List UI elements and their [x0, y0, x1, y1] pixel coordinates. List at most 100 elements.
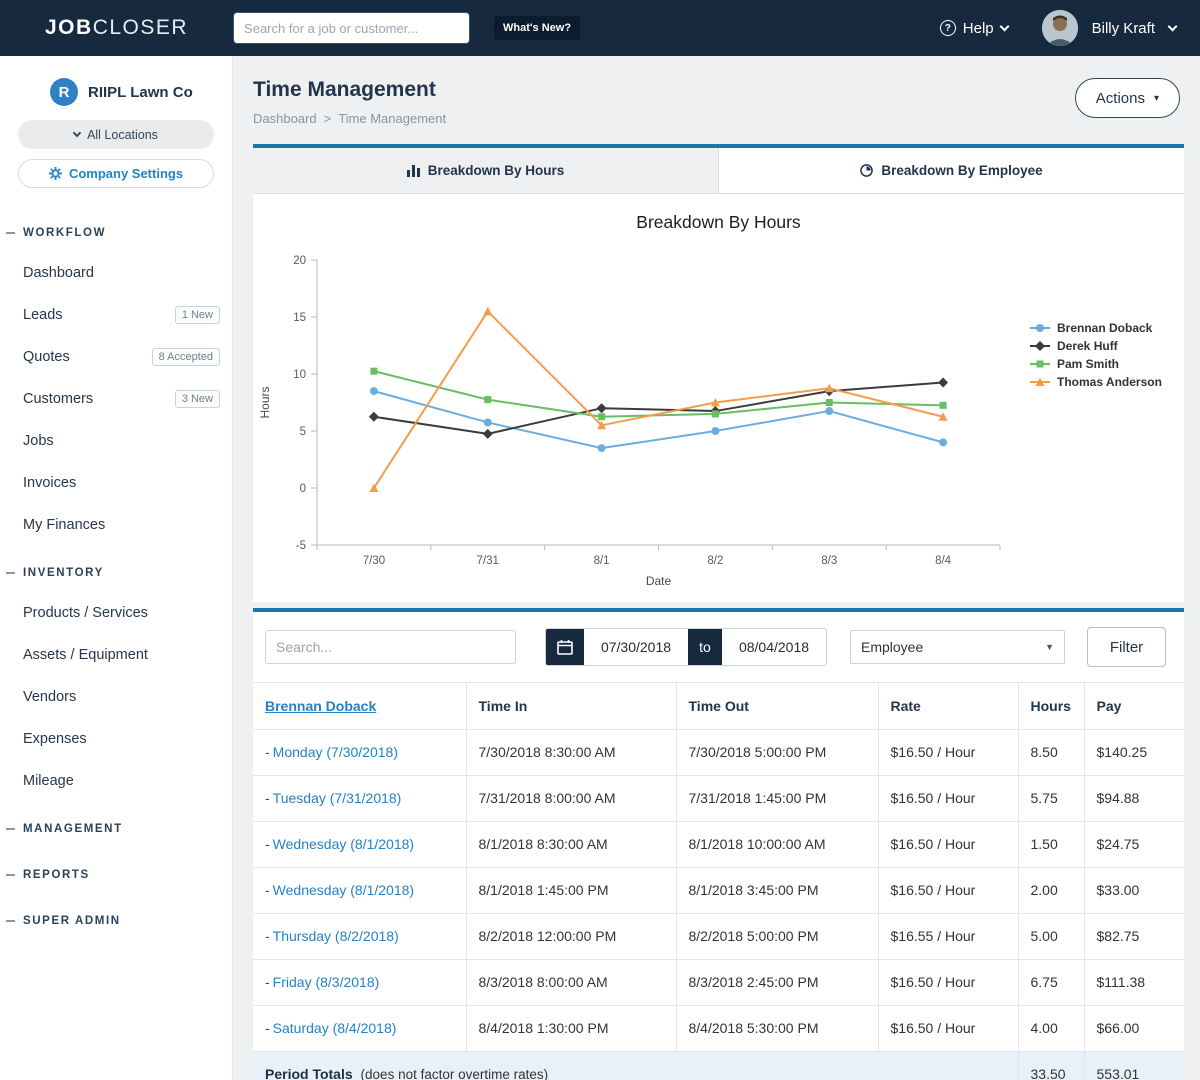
company-header[interactable]: R RIIPL Lawn Co [0, 74, 232, 110]
day-link[interactable]: Tuesday (7/31/2018) [273, 790, 402, 806]
topbar-right: ? Help Billy Kraft [940, 10, 1176, 46]
time-out-cell: 8/1/2018 3:45:00 PM [676, 867, 878, 913]
sidebar-section-label: INVENTORY [23, 567, 104, 579]
sidebar-item-label: Assets / Equipment [23, 647, 148, 663]
global-search-input[interactable] [233, 12, 470, 44]
avatar[interactable] [1042, 10, 1078, 46]
day-link[interactable]: Friday (8/3/2018) [273, 974, 380, 990]
hours-cell: 5.00 [1018, 913, 1084, 959]
col-header-time-out: Time Out [676, 683, 878, 729]
sidebar-item-label: Jobs [23, 433, 54, 449]
sidebar-section-label: REPORTS [23, 869, 90, 881]
sidebar-section-label: WORKFLOW [23, 227, 106, 239]
sidebar-item-quotes[interactable]: Quotes8 Accepted [0, 336, 232, 378]
help-menu[interactable]: ? Help [940, 20, 1008, 37]
sidebar-item-mileage[interactable]: Mileage [0, 760, 232, 802]
day-link[interactable]: Wednesday (8/1/2018) [273, 882, 414, 898]
tab-breakdown-by-hours[interactable]: Breakdown By Hours [253, 148, 718, 193]
time-in-cell: 8/1/2018 1:45:00 PM [466, 867, 676, 913]
day-link[interactable]: Monday (7/30/2018) [273, 744, 398, 760]
sidebar-item-expenses[interactable]: Expenses [0, 718, 232, 760]
svg-text:8/4: 8/4 [935, 555, 952, 567]
day-link[interactable]: Saturday (8/4/2018) [273, 1020, 397, 1036]
day-dash: - [265, 974, 270, 990]
hours-cell: 4.00 [1018, 1005, 1084, 1051]
sidebar: R RIIPL Lawn Co All Locations Company Se… [0, 56, 233, 1080]
totals-hours: 33.50 [1018, 1051, 1084, 1080]
pay-cell: $33.00 [1084, 867, 1184, 913]
table-row: -Thursday (8/2/2018)8/2/2018 12:00:00 PM… [253, 913, 1184, 959]
svg-text:Hours: Hours [258, 386, 272, 418]
day-link[interactable]: Wednesday (8/1/2018) [273, 836, 414, 852]
tab-breakdown-by-employee[interactable]: Breakdown By Employee [718, 148, 1184, 193]
sidebar-section-reports[interactable]: REPORTS [0, 856, 232, 894]
sidebar-item-invoices[interactable]: Invoices [0, 462, 232, 504]
all-locations-dropdown[interactable]: All Locations [18, 120, 214, 149]
sidebar-item-label: Quotes [23, 349, 70, 365]
select-caret-icon: ▼ [1045, 642, 1054, 652]
filter-button[interactable]: Filter [1087, 627, 1166, 667]
time-in-cell: 8/1/2018 8:30:00 AM [466, 821, 676, 867]
table-row: -Tuesday (7/31/2018)7/31/2018 8:00:00 AM… [253, 775, 1184, 821]
calendar-button[interactable] [546, 629, 584, 665]
hours-cell: 2.00 [1018, 867, 1084, 913]
app-window: JOBCLOSER What's New? ? Help Billy Kraft [0, 0, 1200, 1080]
day-cell: -Monday (7/30/2018) [253, 729, 466, 775]
sidebar-item-assets-equipment[interactable]: Assets / Equipment [0, 634, 232, 676]
date-range-picker: 07/30/2018 to 08/04/2018 [545, 628, 827, 666]
whats-new-button[interactable]: What's New? [494, 16, 580, 40]
sidebar-item-my-finances[interactable]: My Finances [0, 504, 232, 546]
company-settings-button[interactable]: Company Settings [18, 159, 214, 188]
employee-select[interactable]: Employee ▼ [850, 630, 1065, 664]
sidebar-item-label: Customers [23, 391, 93, 407]
actions-button[interactable]: Actions ▾ [1075, 78, 1180, 118]
sidebar-item-products-services[interactable]: Products / Services [0, 592, 232, 634]
sidebar-section-inventory[interactable]: INVENTORY [0, 554, 232, 592]
date-from-input[interactable]: 07/30/2018 [584, 629, 688, 665]
employee-name-link[interactable]: Brennan Doback [265, 698, 376, 714]
rate-cell: $16.50 / Hour [878, 867, 1018, 913]
sidebar-item-dashboard[interactable]: Dashboard [0, 252, 232, 294]
chevron-down-icon[interactable] [1168, 21, 1178, 31]
sidebar-section-super-admin[interactable]: SUPER ADMIN [0, 902, 232, 940]
pay-cell: $82.75 [1084, 913, 1184, 959]
sidebar-item-leads[interactable]: Leads1 New [0, 294, 232, 336]
calendar-icon [557, 639, 573, 655]
col-header-hours: Hours [1018, 683, 1084, 729]
table-search-input[interactable] [265, 630, 516, 664]
day-dash: - [265, 790, 270, 806]
company-name: RIIPL Lawn Co [88, 84, 193, 101]
sidebar-section-label: SUPER ADMIN [23, 915, 121, 927]
time-out-cell: 8/2/2018 5:00:00 PM [676, 913, 878, 959]
day-link[interactable]: Thursday (8/2/2018) [273, 928, 399, 944]
avatar-image [1042, 10, 1078, 46]
svg-text:7/30: 7/30 [363, 555, 385, 567]
app-logo[interactable]: JOBCLOSER [45, 16, 188, 40]
svg-text:-5: -5 [296, 540, 306, 552]
tab-label: Breakdown By Employee [881, 163, 1042, 178]
day-cell: -Wednesday (8/1/2018) [253, 867, 466, 913]
sidebar-item-vendors[interactable]: Vendors [0, 676, 232, 718]
sidebar-item-customers[interactable]: Customers3 New [0, 378, 232, 420]
main-content: Time Management Dashboard > Time Managem… [233, 56, 1200, 1080]
svg-text:Derek Huff: Derek Huff [1057, 339, 1119, 353]
col-header-pay: Pay [1084, 683, 1184, 729]
rate-cell: $16.50 / Hour [878, 1005, 1018, 1051]
date-to-input[interactable]: 08/04/2018 [722, 629, 826, 665]
breadcrumb-dashboard[interactable]: Dashboard [253, 111, 317, 126]
user-name[interactable]: Billy Kraft [1092, 20, 1155, 37]
time-out-cell: 8/1/2018 10:00:00 AM [676, 821, 878, 867]
sidebar-item-jobs[interactable]: Jobs [0, 420, 232, 462]
sidebar-item-label: Expenses [23, 731, 87, 747]
pay-cell: $94.88 [1084, 775, 1184, 821]
day-dash: - [265, 836, 270, 852]
sidebar-section-management[interactable]: MANAGEMENT [0, 810, 232, 848]
section-dash-icon [6, 572, 15, 574]
sidebar-section-workflow[interactable]: WORKFLOW [0, 214, 232, 252]
section-dash-icon [6, 232, 15, 234]
time-in-cell: 8/3/2018 8:00:00 AM [466, 959, 676, 1005]
time-in-cell: 7/30/2018 8:30:00 AM [466, 729, 676, 775]
chevron-down-icon [999, 21, 1009, 31]
time-in-cell: 8/4/2018 1:30:00 PM [466, 1005, 676, 1051]
svg-text:Brennan Doback: Brennan Doback [1057, 321, 1153, 335]
